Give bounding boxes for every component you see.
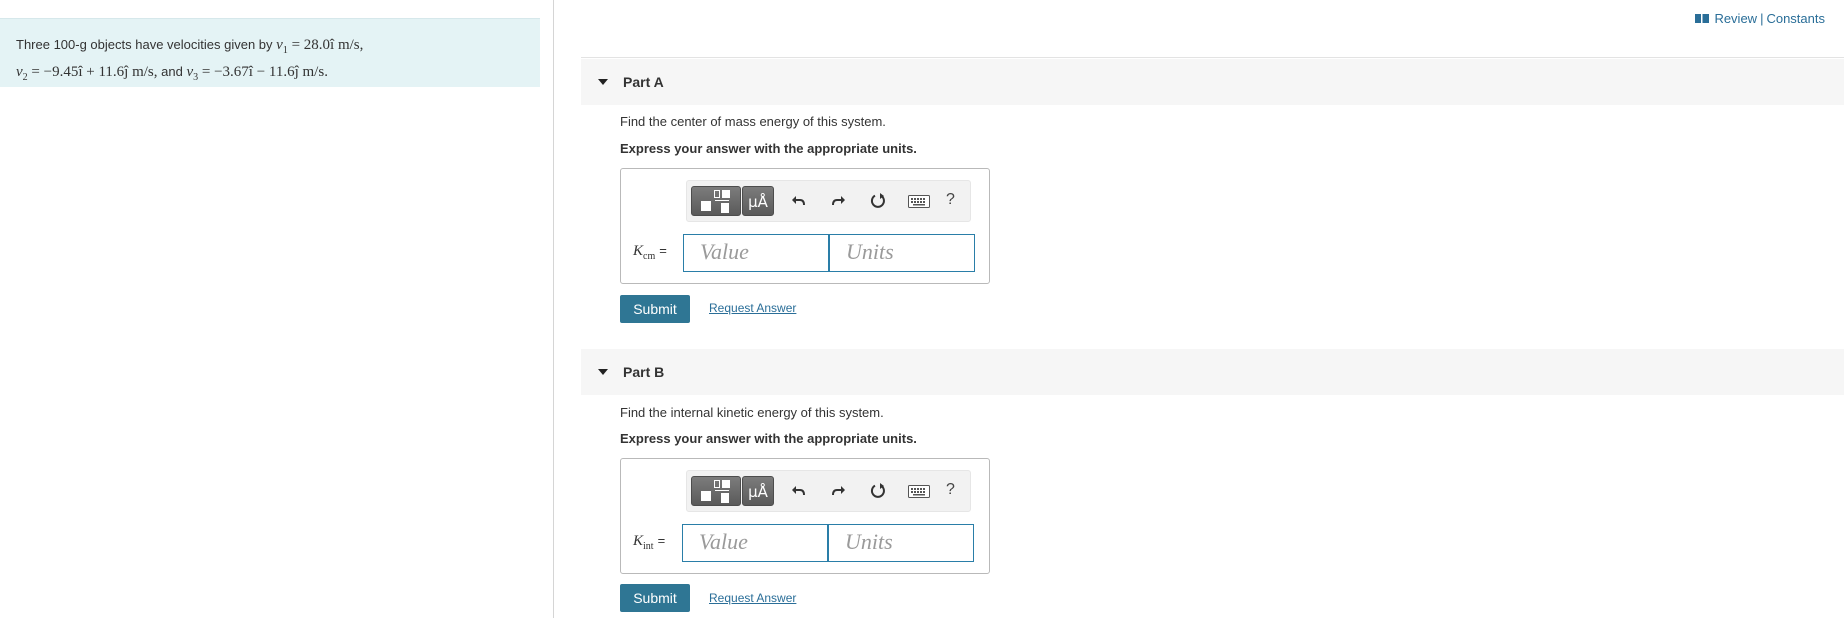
symbols-label: μÅ (748, 483, 768, 501)
part-b-var-subscript: int (643, 541, 654, 552)
part-b-var-symbol: K (633, 533, 644, 549)
undo-icon[interactable] (791, 483, 807, 499)
symbols-button[interactable]: μÅ (742, 186, 774, 216)
redo-icon[interactable] (830, 483, 846, 499)
symbols-button[interactable]: μÅ (742, 476, 774, 506)
part-a-value-input[interactable]: Value (683, 234, 829, 272)
problem-line-2: v2 = −9.45î + 11.6ĵ m/s, and v3 = −3.67î… (16, 61, 524, 88)
book-icon (1695, 14, 1710, 23)
templates-button[interactable] (691, 476, 741, 506)
v1-value: = 28.0î m/s, (287, 37, 364, 53)
symbols-label: μÅ (748, 193, 768, 211)
v1-expression: v1 = 28.0î m/s, (276, 37, 364, 56)
part-a-title: Part A (623, 74, 664, 90)
part-b-answer-box: μÅ ? Kint = Value Units (620, 458, 990, 574)
part-b-instruction: Express your answer with the appropriate… (620, 431, 917, 446)
part-a-toolbar: μÅ ? (686, 180, 971, 222)
part-b-value-input[interactable]: Value (682, 524, 828, 562)
part-b-header[interactable]: Part B (581, 349, 1844, 395)
part-b-equals: = (657, 533, 666, 548)
panel-divider (553, 0, 554, 618)
problem-line-1: Three 100-g objects have velocities give… (16, 34, 524, 61)
v1-symbol: v (276, 37, 283, 53)
v3-expression: v3 = −3.67î − 11.6ĵ m/s. (186, 64, 328, 83)
v2-value: = −9.45î + 11.6ĵ m/s, (27, 64, 158, 80)
collapse-caret-icon[interactable] (598, 369, 608, 375)
reset-icon[interactable] (869, 192, 887, 210)
templates-button[interactable] (691, 186, 741, 216)
part-b-submit-button[interactable]: Submit (620, 584, 690, 612)
problem-intro: Three 100-g objects have velocities give… (16, 37, 273, 52)
part-a-request-answer-link[interactable]: Request Answer (709, 301, 796, 315)
part-a-var-symbol: K (633, 243, 644, 259)
part-a-submit-button[interactable]: Submit (620, 295, 690, 323)
part-b-request-answer-link[interactable]: Request Answer (709, 591, 796, 605)
part-a-units-input[interactable]: Units (829, 234, 975, 272)
part-a-prompt: Find the center of mass energy of this s… (620, 114, 886, 129)
part-a-answer-box: μÅ ? Kcm = Value Units (620, 168, 990, 284)
keyboard-icon[interactable] (908, 195, 930, 208)
keyboard-icon[interactable] (908, 485, 930, 498)
part-b-prompt: Find the internal kinetic energy of this… (620, 405, 884, 420)
problem-statement: Three 100-g objects have velocities give… (0, 18, 540, 87)
part-b-title: Part B (623, 364, 665, 380)
part-b-toolbar: μÅ ? (686, 470, 971, 512)
v2-symbol: v (16, 64, 23, 80)
review-link[interactable]: Review (1714, 11, 1757, 26)
part-a-var-subscript: cm (643, 251, 656, 262)
redo-icon[interactable] (830, 193, 846, 209)
part-a-header[interactable]: Part A (581, 59, 1844, 105)
part-a-instruction: Express your answer with the appropriate… (620, 141, 917, 156)
v2-expression: v2 = −9.45î + 11.6ĵ m/s, (16, 64, 158, 83)
page: Three 100-g objects have velocities give… (0, 0, 1844, 618)
collapse-caret-icon[interactable] (598, 79, 608, 85)
undo-icon[interactable] (791, 193, 807, 209)
part-a-variable-label: Kcm = (633, 243, 667, 262)
reset-icon[interactable] (869, 482, 887, 500)
v3-value: = −3.67î − 11.6ĵ m/s. (198, 64, 328, 80)
link-separator: | (1760, 11, 1764, 26)
review-constants-links: Review | Constants (1695, 11, 1825, 26)
part-b-variable-label: Kint = (633, 533, 665, 552)
part-b-units-input[interactable]: Units (828, 524, 974, 562)
help-button[interactable]: ? (946, 481, 955, 499)
constants-link[interactable]: Constants (1766, 11, 1825, 26)
help-button[interactable]: ? (946, 191, 955, 209)
and-text: and (157, 64, 187, 79)
part-a-equals: = (659, 243, 667, 258)
top-rule (581, 57, 1844, 58)
